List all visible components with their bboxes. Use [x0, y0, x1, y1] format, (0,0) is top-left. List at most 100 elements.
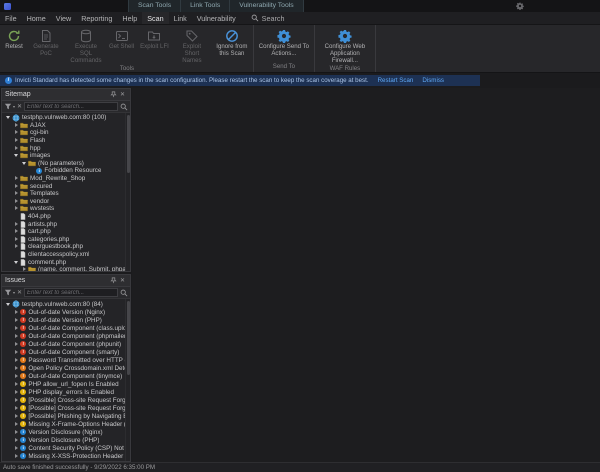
- issues-tree-item[interactable]: iVersion Disclosure (PHP): [2, 436, 130, 444]
- expander-closed-icon[interactable]: [13, 341, 20, 348]
- issues-tree-item[interactable]: !PHP display_errors Is Enabled: [2, 388, 130, 396]
- issues-tree-item[interactable]: testphp.vulnweb.com:80 (84): [2, 300, 130, 308]
- titlebar-gear-icon[interactable]: [516, 2, 524, 10]
- tab-vulnerability[interactable]: Vulnerability: [192, 12, 241, 24]
- expander-closed-icon[interactable]: [13, 357, 20, 364]
- sitemap-tree-item[interactable]: cart.php: [2, 228, 130, 236]
- filter-icon[interactable]: ▾: [4, 289, 15, 296]
- expander-closed-icon[interactable]: [13, 221, 20, 228]
- exploit-short-names-button[interactable]: Exploit Short Names: [172, 25, 212, 65]
- exploit-lfi-button[interactable]: Exploit LFI: [137, 25, 172, 65]
- expander-open-icon[interactable]: [5, 301, 12, 308]
- issues-tree-item[interactable]: ![Possible] Cross-site Request Forgery .…: [2, 404, 130, 412]
- configure-web-application-firewall-button[interactable]: Configure Web Application Firewall...: [316, 25, 374, 65]
- expander-closed-icon[interactable]: [13, 129, 20, 136]
- issues-tree-item[interactable]: !Out-of-date Version (Nginx): [2, 308, 130, 316]
- sitemap-tree-item[interactable]: clientaccesspolicy.xml: [2, 251, 130, 259]
- expander-closed-icon[interactable]: [13, 183, 20, 190]
- expander-closed-icon[interactable]: [13, 325, 20, 332]
- expander-closed-icon[interactable]: [13, 333, 20, 340]
- sitemap-tree-item[interactable]: categories.php: [2, 236, 130, 244]
- expander-open-icon[interactable]: [13, 152, 20, 159]
- sitemap-tree-item[interactable]: hpp: [2, 144, 130, 152]
- sitemap-tree-item[interactable]: testphp.vulnweb.com:80 (100): [2, 114, 130, 122]
- sitemap-tree-item[interactable]: artists.php: [2, 220, 130, 228]
- expander-closed-icon[interactable]: [13, 437, 20, 444]
- sitemap-tree-item[interactable]: AJAX: [2, 122, 130, 130]
- clear-filter-icon[interactable]: ✕: [17, 290, 22, 296]
- expander-closed-icon[interactable]: [13, 243, 20, 250]
- sitemap-tree-item[interactable]: cgi-bin: [2, 129, 130, 137]
- contextual-group-scan-tools[interactable]: Scan Tools: [128, 0, 181, 12]
- restart-scan-link[interactable]: Restart Scan: [378, 77, 414, 84]
- sitemap-tree-item[interactable]: Mod_Rewrite_Shop: [2, 175, 130, 183]
- issues-tree-item[interactable]: iVersion Disclosure (Nginx): [2, 428, 130, 436]
- expander-closed-icon[interactable]: [13, 445, 20, 452]
- sitemap-tree-item[interactable]: secured: [2, 182, 130, 190]
- search-icon[interactable]: [120, 103, 128, 111]
- expander-closed-icon[interactable]: [13, 453, 20, 460]
- issues-tree-item[interactable]: !PHP allow_url_fopen Is Enabled: [2, 380, 130, 388]
- expander-closed-icon[interactable]: [13, 175, 20, 182]
- clear-filter-icon[interactable]: ✕: [17, 104, 22, 110]
- expander-closed-icon[interactable]: [13, 429, 20, 436]
- issues-tree-item[interactable]: iMissing X-XSS-Protection Header (Va...: [2, 452, 130, 460]
- issues-tree-item[interactable]: iContent Security Policy (CSP) Not Im...: [2, 444, 130, 452]
- filter-icon[interactable]: ▾: [4, 103, 15, 110]
- configure-send-to-actions-button[interactable]: Configure Send To Actions...: [255, 25, 313, 63]
- contextual-group-link-tools[interactable]: Link Tools: [181, 0, 230, 12]
- sitemap-tree-item[interactable]: clearguestbook.php: [2, 243, 130, 251]
- tab-reporting[interactable]: Reporting: [76, 12, 117, 24]
- expander-closed-icon[interactable]: [13, 236, 20, 243]
- issues-tree-item[interactable]: !Missing X-Frame-Options Header (Va...: [2, 420, 130, 428]
- sitemap-tree-item[interactable]: (name, comment, Submit, phpaction): [2, 266, 130, 271]
- expander-open-icon[interactable]: [13, 259, 20, 266]
- issues-tree-item[interactable]: !Out-of-date Component (smarty): [2, 348, 130, 356]
- sitemap-tree-item[interactable]: wvstests: [2, 205, 130, 213]
- expander-closed-icon[interactable]: [13, 205, 20, 212]
- sitemap-tree-item[interactable]: images: [2, 152, 130, 160]
- tab-home[interactable]: Home: [22, 12, 51, 24]
- expander-closed-icon[interactable]: [13, 198, 20, 205]
- expander-closed-icon[interactable]: [13, 373, 20, 380]
- expander-closed-icon[interactable]: [13, 365, 20, 372]
- expander-closed-icon[interactable]: [13, 381, 20, 388]
- contextual-group-vulnerability-tools[interactable]: Vulnerability Tools: [230, 0, 303, 12]
- sitemap-scrollbar[interactable]: [125, 113, 130, 271]
- expander-open-icon[interactable]: [5, 114, 12, 121]
- sitemap-tree-item[interactable]: Templates: [2, 190, 130, 198]
- issues-scrollbar[interactable]: [125, 299, 130, 461]
- sitemap-tree-item[interactable]: Flash: [2, 137, 130, 145]
- generate-poc-button[interactable]: Generate PoC: [26, 25, 66, 65]
- issues-tree-item[interactable]: !Out-of-date Component (phpunit): [2, 340, 130, 348]
- pin-icon[interactable]: [109, 90, 118, 99]
- tab-link[interactable]: Link: [169, 12, 192, 24]
- sitemap-search-input[interactable]: [24, 102, 118, 111]
- expander-closed-icon[interactable]: [13, 145, 20, 152]
- tab-help[interactable]: Help: [117, 12, 142, 24]
- expander-closed-icon[interactable]: [13, 397, 20, 404]
- sitemap-tree-item[interactable]: comment.php: [2, 258, 130, 266]
- sitemap-tree-item[interactable]: 404.php: [2, 213, 130, 221]
- issues-tree-item[interactable]: !Out-of-date Version (PHP): [2, 316, 130, 324]
- execute-sql-commands-button[interactable]: Execute SQL Commands: [66, 25, 106, 65]
- pin-icon[interactable]: [109, 276, 118, 285]
- expander-closed-icon[interactable]: [13, 137, 20, 144]
- expander-closed-icon[interactable]: [13, 309, 20, 316]
- scrollbar-thumb[interactable]: [127, 301, 130, 375]
- ignore-from-this-scan-button[interactable]: Ignore from this Scan: [212, 25, 252, 65]
- expander-closed-icon[interactable]: [13, 349, 20, 356]
- get-shell-button[interactable]: Get Shell: [106, 25, 137, 65]
- issues-tree-item[interactable]: !Out-of-date Component (tinymce): [2, 372, 130, 380]
- sitemap-tree-item[interactable]: (No parameters): [2, 160, 130, 168]
- issues-tree-item[interactable]: ![Possible] Phishing by Navigating Bro..…: [2, 412, 130, 420]
- sitemap-tree-item[interactable]: vendor: [2, 198, 130, 206]
- issues-tree-item[interactable]: ![Possible] Cross-site Request Forgery .…: [2, 396, 130, 404]
- issues-tree-item[interactable]: !Out-of-date Component (class.uplo...: [2, 324, 130, 332]
- expander-closed-icon[interactable]: [13, 190, 20, 197]
- issues-tree-item[interactable]: !Out-of-date Component (phpmailer): [2, 332, 130, 340]
- issues-tree-item[interactable]: !Password Transmitted over HTTP (Va...: [2, 356, 130, 364]
- retest-button[interactable]: Retest: [2, 25, 26, 65]
- expander-closed-icon[interactable]: [13, 405, 20, 412]
- expander-closed-icon[interactable]: [13, 228, 20, 235]
